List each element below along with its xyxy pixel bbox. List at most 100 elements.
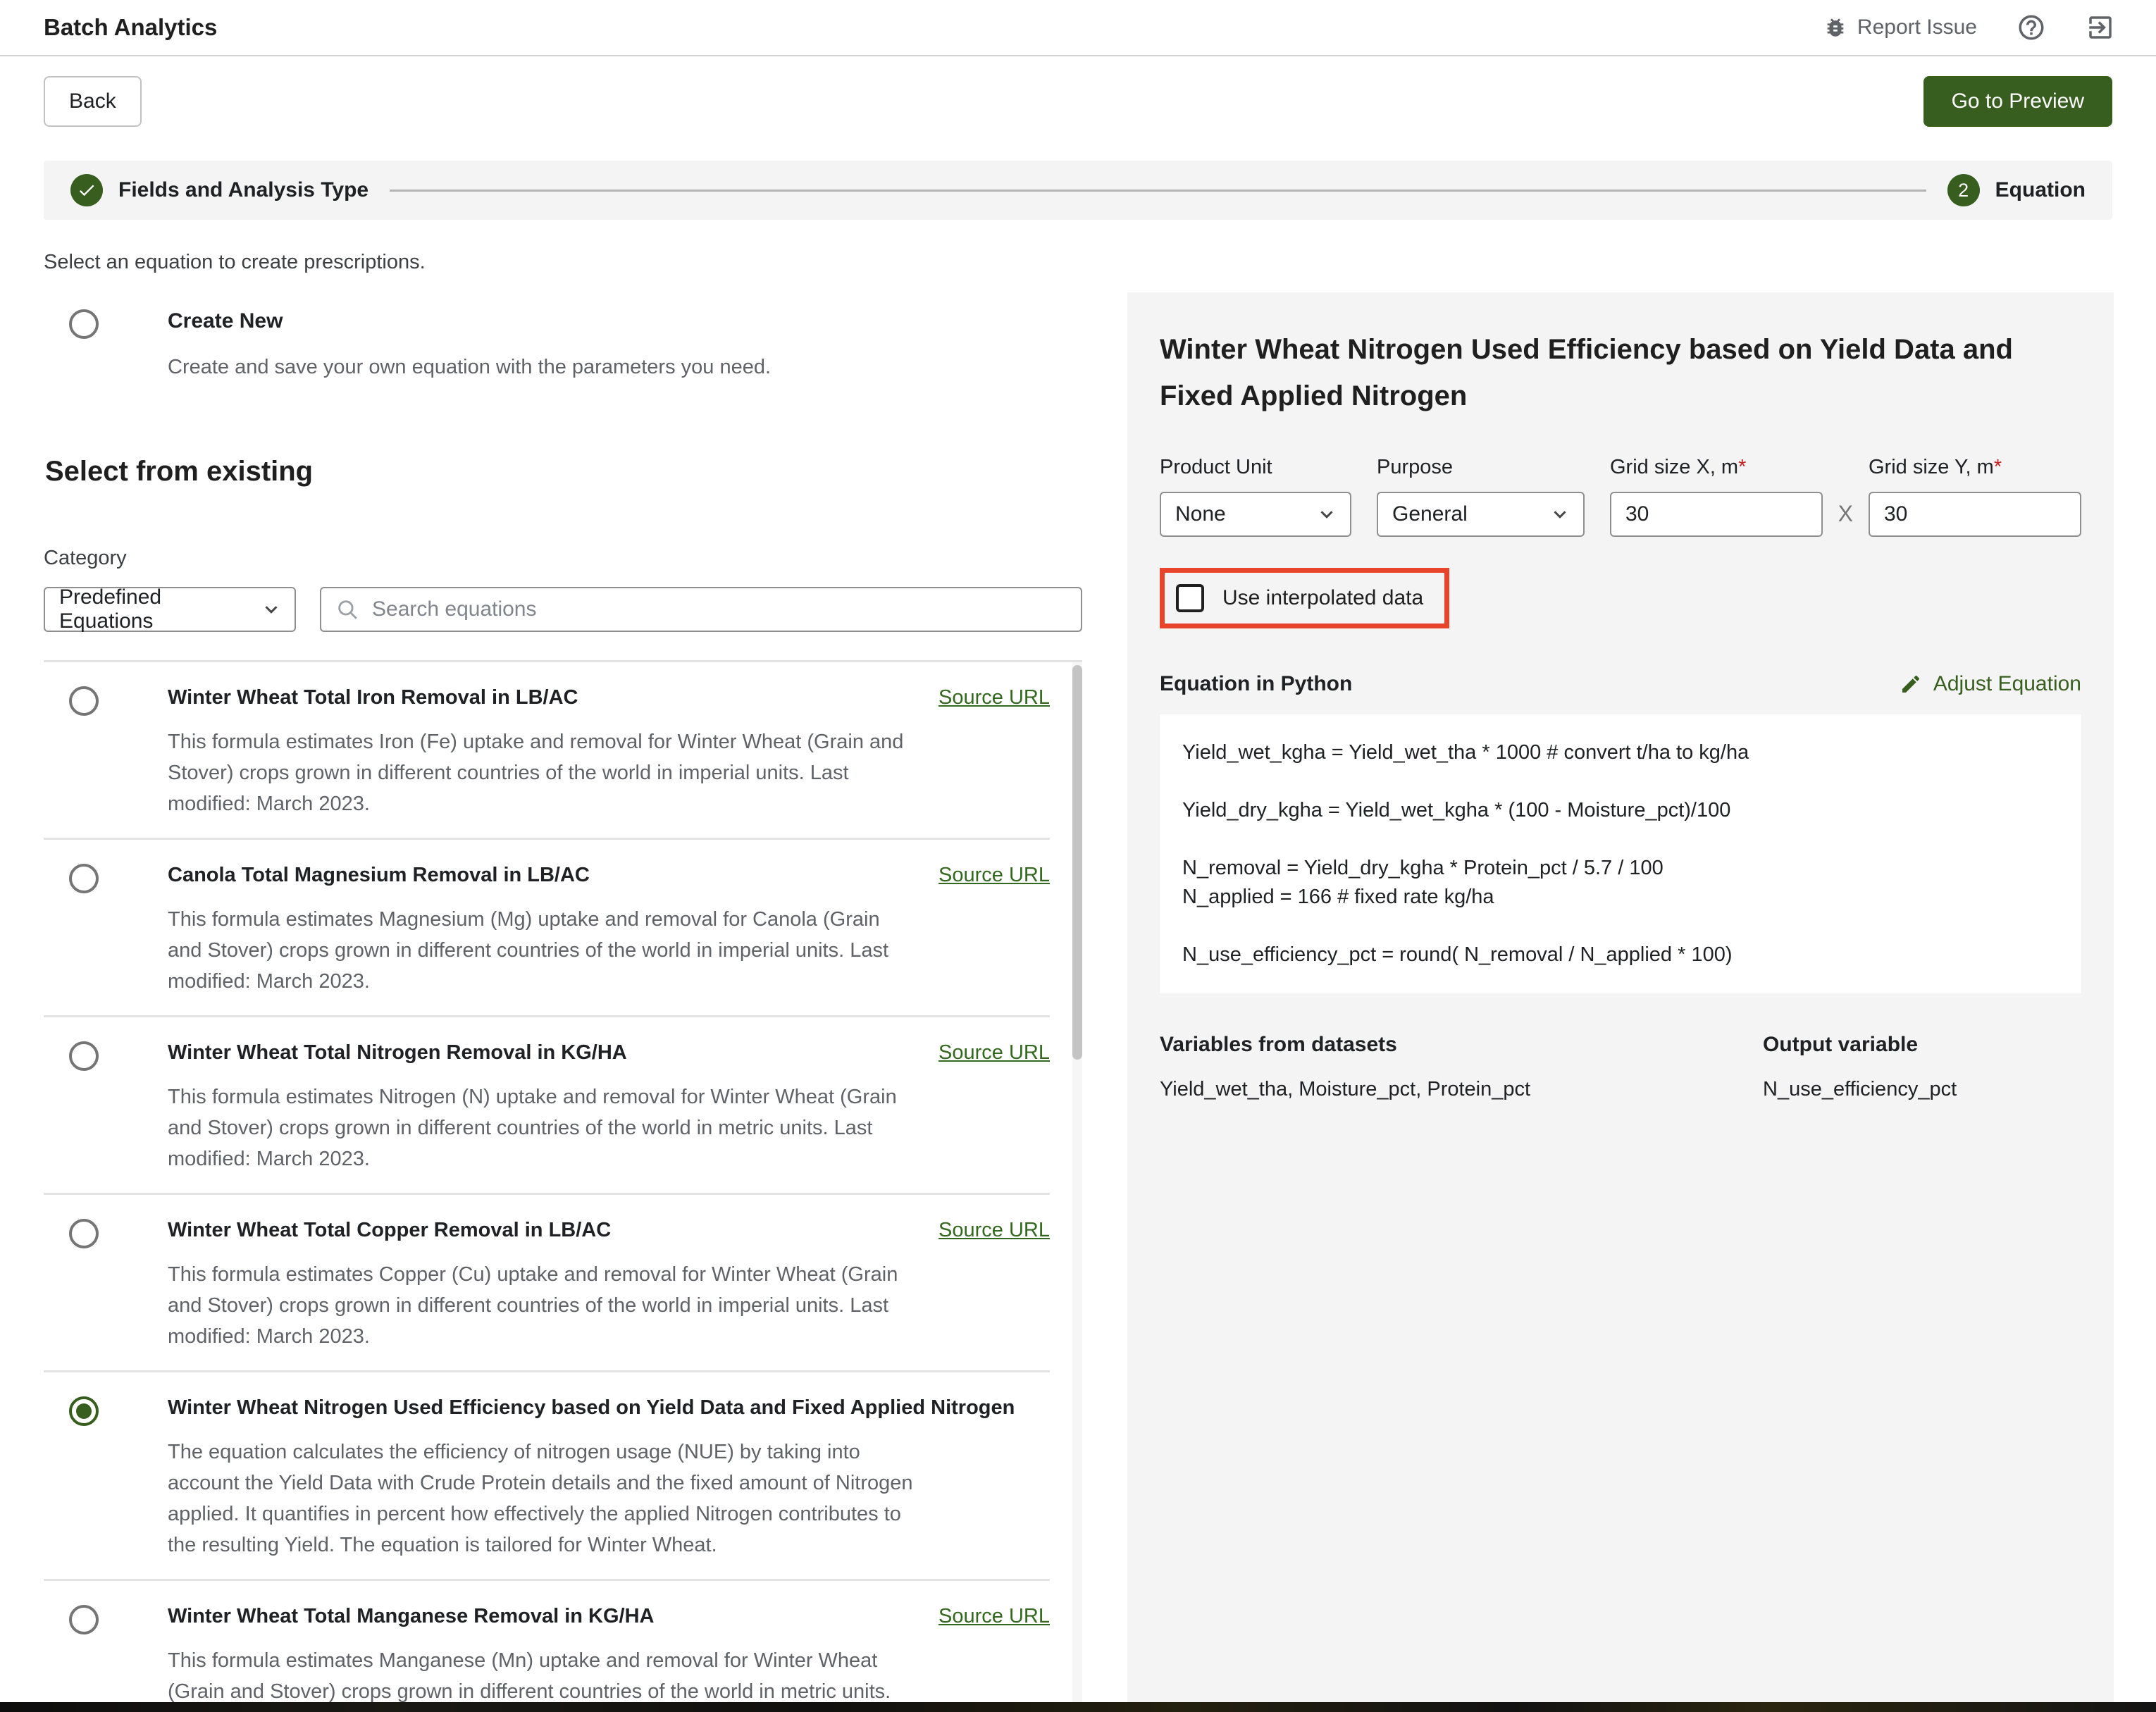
code-line: Yield_wet_kgha = Yield_wet_tha * 1000 # … xyxy=(1182,738,2059,767)
equation-title: Winter Wheat Total Nitrogen Removal in K… xyxy=(168,1041,648,1065)
instruction-text: Select an equation to create prescriptio… xyxy=(44,251,2112,274)
toolbar: Back Go to Preview xyxy=(0,76,2156,127)
step2-circle: 2 xyxy=(1947,174,1980,206)
grid-size-y-label: Grid size Y, m* xyxy=(1869,456,2081,479)
grid-size-separator: X xyxy=(1838,501,1853,537)
source-url-link[interactable]: Source URL xyxy=(938,686,1050,709)
equation-radio[interactable] xyxy=(69,1041,99,1071)
stepper: Fields and Analysis Type 2 Equation xyxy=(44,161,2112,220)
output-variable-value: N_use_efficiency_pct xyxy=(1763,1078,2081,1101)
create-new-label: Create New xyxy=(168,309,1082,333)
category-select[interactable]: Predefined Equations xyxy=(44,587,296,632)
equation-list-item[interactable]: Winter Wheat Total Manganese Removal in … xyxy=(44,1581,1050,1702)
use-interpolated-data-label: Use interpolated data xyxy=(1222,586,1423,610)
report-issue-label: Report Issue xyxy=(1857,15,1977,39)
equation-title: Winter Wheat Nitrogen Used Efficiency ba… xyxy=(168,1396,1036,1420)
equation-description: This formula estimates Nitrogen (N) upta… xyxy=(168,1081,918,1174)
create-new-radio[interactable] xyxy=(69,309,99,339)
select-existing-heading: Select from existing xyxy=(44,456,1082,488)
source-url-link[interactable]: Source URL xyxy=(938,1219,1050,1242)
code-line: N_use_efficiency_pct = round( N_removal … xyxy=(1182,941,2059,969)
code-line xyxy=(1182,912,2059,941)
equation-title: Winter Wheat Total Iron Removal in LB/AC xyxy=(168,686,599,709)
list-scrollbar-thumb[interactable] xyxy=(1072,665,1082,1060)
grid-size-y-input[interactable] xyxy=(1869,492,2081,537)
source-url-link[interactable]: Source URL xyxy=(938,1605,1050,1628)
python-code-block: Yield_wet_kgha = Yield_wet_tha * 1000 # … xyxy=(1160,714,2081,993)
variables-from-datasets-label: Variables from datasets xyxy=(1160,1033,1763,1057)
bug-icon xyxy=(1823,15,1847,39)
equation-list-item[interactable]: Canola Total Magnesium Removal in LB/AC … xyxy=(44,840,1050,1017)
adjust-equation-button[interactable]: Adjust Equation xyxy=(1900,672,2081,696)
pencil-icon xyxy=(1900,673,1922,695)
variables-from-datasets-value: Yield_wet_tha, Moisture_pct, Protein_pct xyxy=(1160,1078,1763,1101)
create-new-description: Create and save your own equation with t… xyxy=(168,352,1082,383)
adjust-equation-label: Adjust Equation xyxy=(1933,672,2081,696)
equation-detail-title: Winter Wheat Nitrogen Used Efficiency ba… xyxy=(1160,326,2055,419)
create-new-option[interactable]: Create New Create and save your own equa… xyxy=(44,309,1082,383)
equation-list-item[interactable]: Winter Wheat Total Iron Removal in LB/AC… xyxy=(44,662,1050,840)
product-unit-select[interactable]: None xyxy=(1160,492,1351,537)
equation-radio[interactable] xyxy=(69,864,99,893)
go-to-preview-button[interactable]: Go to Preview xyxy=(1923,76,2112,127)
purpose-label: Purpose xyxy=(1377,456,1585,479)
chevron-down-icon xyxy=(1316,504,1337,525)
output-variable-label: Output variable xyxy=(1763,1033,2081,1057)
stepper-connector xyxy=(390,190,1926,192)
equation-description: This formula estimates Iron (Fe) uptake … xyxy=(168,726,918,819)
equation-description: The equation calculates the efficiency o… xyxy=(168,1437,918,1561)
equation-detail-panel: Winter Wheat Nitrogen Used Efficiency ba… xyxy=(1127,292,2114,1702)
equation-title: Canola Total Magnesium Removal in LB/AC xyxy=(168,864,611,887)
exit-icon[interactable] xyxy=(2086,13,2115,42)
equation-title: Winter Wheat Total Copper Removal in LB/… xyxy=(168,1219,632,1242)
equation-radio[interactable] xyxy=(69,686,99,716)
equation-description: This formula estimates Copper (Cu) uptak… xyxy=(168,1259,918,1352)
use-interpolated-data-highlight: Use interpolated data xyxy=(1160,568,1449,628)
step2-number: 2 xyxy=(1958,180,1969,201)
page-title: Batch Analytics xyxy=(44,14,217,41)
equation-radio[interactable] xyxy=(69,1219,99,1248)
search-input[interactable] xyxy=(372,597,1067,621)
report-issue-button[interactable]: Report Issue xyxy=(1823,15,1977,39)
product-unit-value: None xyxy=(1175,502,1226,526)
grid-size-x-input[interactable] xyxy=(1610,492,1823,537)
equation-description: This formula estimates Magnesium (Mg) up… xyxy=(168,904,918,997)
help-icon[interactable] xyxy=(2016,13,2046,42)
use-interpolated-data-checkbox[interactable] xyxy=(1176,584,1204,612)
step1-check-icon xyxy=(70,174,103,206)
purpose-value: General xyxy=(1392,502,1468,526)
code-line: N_removal = Yield_dry_kgha * Protein_pct… xyxy=(1182,854,2059,883)
main-content: Create New Create and save your own equa… xyxy=(0,292,2156,1702)
equation-radio[interactable] xyxy=(69,1605,99,1635)
detail-fields-row: Product Unit None Purpose General xyxy=(1160,456,2081,537)
equation-list-item[interactable]: Winter Wheat Total Copper Removal in LB/… xyxy=(44,1195,1050,1372)
filter-row: Predefined Equations xyxy=(44,587,1082,632)
category-select-value: Predefined Equations xyxy=(59,585,245,633)
step1-label[interactable]: Fields and Analysis Type xyxy=(118,178,368,202)
app-header: Batch Analytics Report Issue xyxy=(0,0,2156,56)
product-unit-label: Product Unit xyxy=(1160,456,1351,479)
list-scrollbar-track[interactable] xyxy=(1072,662,1082,1702)
back-button[interactable]: Back xyxy=(44,76,142,127)
chevron-down-icon xyxy=(261,599,282,620)
header-actions: Report Issue xyxy=(1823,13,2115,42)
category-label: Category xyxy=(44,547,1082,570)
required-asterisk: * xyxy=(1738,456,1746,478)
equation-selection-column: Create New Create and save your own equa… xyxy=(44,292,1082,1702)
equation-list: Winter Wheat Total Iron Removal in LB/AC… xyxy=(44,660,1082,1702)
taskbar-strip xyxy=(0,1702,2156,1712)
equation-title: Winter Wheat Total Manganese Removal in … xyxy=(168,1605,675,1628)
source-url-link[interactable]: Source URL xyxy=(938,1041,1050,1065)
equation-radio[interactable] xyxy=(69,1396,99,1426)
equation-list-item[interactable]: Winter Wheat Total Nitrogen Removal in K… xyxy=(44,1017,1050,1195)
search-icon xyxy=(335,597,359,621)
equation-list-item[interactable]: Winter Wheat Nitrogen Used Efficiency ba… xyxy=(44,1372,1050,1581)
purpose-select[interactable]: General xyxy=(1377,492,1585,537)
source-url-link[interactable]: Source URL xyxy=(938,864,1050,887)
step2-label[interactable]: Equation xyxy=(1995,178,2086,202)
code-line xyxy=(1182,825,2059,854)
code-line: Yield_dry_kgha = Yield_wet_kgha * (100 -… xyxy=(1182,796,2059,825)
required-asterisk: * xyxy=(1994,456,2002,478)
code-line: N_applied = 166 # fixed rate kg/ha xyxy=(1182,883,2059,912)
search-box[interactable] xyxy=(320,587,1082,632)
